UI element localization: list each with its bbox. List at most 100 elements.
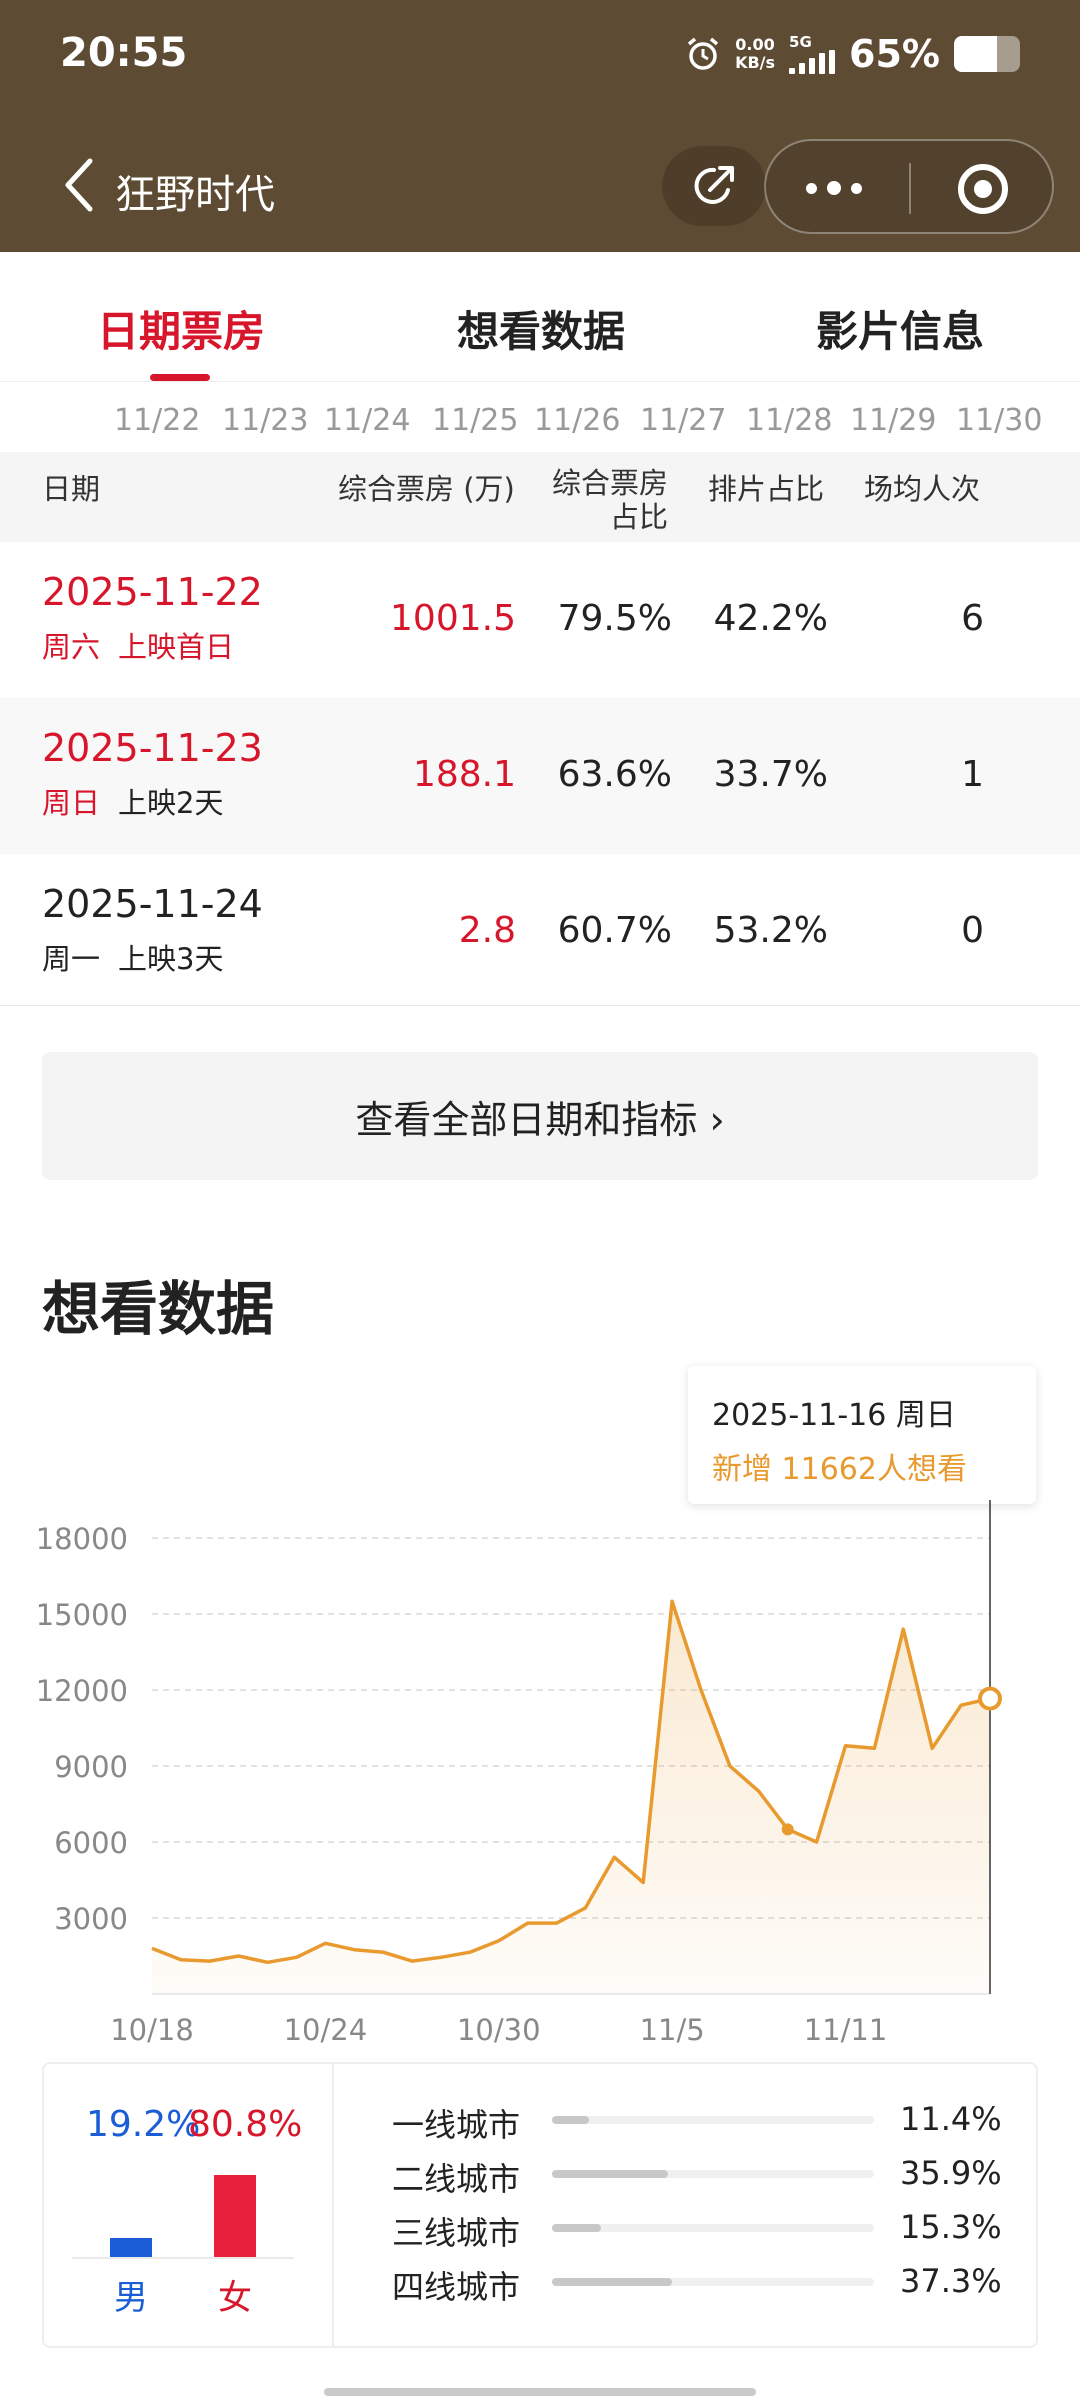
tab-bar: 日期票房 想看数据 影片信息	[0, 252, 1080, 382]
date-chip[interactable]: 11/26	[534, 403, 620, 438]
tab-daily-box-office[interactable]: 日期票房	[97, 298, 265, 359]
row-box-share: 79.5%	[557, 598, 672, 639]
x-tick-label: 10/30	[457, 2013, 541, 2047]
status-time: 20:55	[60, 30, 188, 76]
more-menu-icon[interactable]	[806, 171, 862, 205]
row-release-day: 上映3天	[118, 942, 224, 976]
table-row[interactable]: 2025-11-22 周六 上映首日 1001.5 79.5% 42.2% 6	[0, 542, 1080, 698]
app-header: 20:55 0.00 KB/s 5G 65% 狂野时代	[0, 0, 1080, 252]
date-chip[interactable]: 11/28	[746, 403, 832, 438]
row-weekday: 周一	[42, 942, 101, 976]
net-speed: 0.00 KB/s	[735, 36, 775, 72]
back-arrow-icon[interactable]	[60, 155, 100, 215]
date-chip[interactable]: 11/22	[114, 403, 200, 438]
alarm-icon	[687, 37, 719, 70]
male-bar	[110, 2237, 152, 2257]
table-row[interactable]: 2025-11-23 周日 上映2天 188.1 63.6% 33.7% 1	[0, 698, 1080, 854]
female-percent: 80.8%	[188, 2104, 303, 2145]
want-trend-chart[interactable]: 18000 15000 12000 9000 6000 3000 10/18 10/24 10/…	[0, 1500, 1080, 2060]
city-tier-row: 四线城市 37.3%	[392, 2262, 1002, 2306]
header-box-share-line2: 占比	[610, 500, 669, 534]
table-header: 日期 综合票房 (万) 综合票房 占比 排片占比 场均人次	[0, 452, 1080, 542]
row-avg-attendance: 0	[961, 910, 984, 951]
city-tier-track	[552, 2224, 874, 2232]
row-box-office: 2.8	[458, 910, 516, 951]
row-release-day: 上映首日	[118, 630, 235, 664]
city-tier-fill	[552, 2224, 602, 2232]
date-chip[interactable]: 11/25	[432, 403, 518, 438]
female-label: 女	[218, 2278, 252, 2318]
row-avg-attendance: 6	[961, 598, 984, 639]
row-box-office: 1001.5	[390, 598, 516, 639]
x-tick-label: 11/11	[804, 2013, 888, 2047]
y-tick-label: 6000	[54, 1826, 128, 1860]
date-chip[interactable]: 11/29	[850, 403, 936, 438]
row-screen-share: 53.2%	[713, 910, 828, 951]
city-tier-row: 三线城市 15.3%	[392, 2208, 1002, 2252]
y-tick-label: 3000	[54, 1902, 128, 1936]
tooltip-value: 新增 11662人想看	[712, 1452, 967, 1487]
header-avg-attendance: 场均人次	[864, 472, 981, 506]
row-box-office: 188.1	[412, 754, 516, 795]
city-tier-name: 四线城市	[392, 2268, 521, 2306]
tab-want-data[interactable]: 想看数据	[457, 298, 625, 359]
share-button[interactable]	[662, 146, 766, 226]
highlight-point	[978, 1686, 1002, 1711]
page-title: 狂野时代	[115, 172, 275, 218]
city-tier-fill	[552, 2170, 668, 2178]
section-title-want: 想看数据	[42, 1275, 275, 1343]
row-subtitle: 周一 上映3天	[42, 936, 223, 978]
header-box-share-line1: 综合票房	[552, 466, 669, 500]
city-tier-percent: 11.4%	[900, 2100, 1002, 2138]
tooltip-date: 2025-11-16 周日	[712, 1398, 956, 1433]
net-speed-value: 0.00	[735, 35, 775, 54]
data-point	[781, 1823, 794, 1836]
city-tier-name: 二线城市	[392, 2160, 521, 2198]
row-release-day: 上映2天	[118, 786, 224, 820]
tab-movie-info[interactable]: 影片信息	[816, 298, 984, 359]
city-tier-row: 一线城市 11.4%	[392, 2100, 1002, 2144]
row-screen-share: 42.2%	[713, 598, 828, 639]
active-tab-indicator	[150, 374, 210, 381]
female-bar	[214, 2175, 256, 2257]
row-subtitle: 周日 上映2天	[42, 780, 223, 822]
header-date: 日期	[42, 472, 101, 506]
chart-tooltip: 2025-11-16 周日 新增 11662人想看	[688, 1366, 1036, 1504]
city-tier-track	[552, 2278, 874, 2286]
date-chip[interactable]: 11/24	[324, 403, 410, 438]
row-box-share: 63.6%	[557, 754, 672, 795]
row-date: 2025-11-23	[42, 726, 263, 770]
battery-percent: 65%	[849, 32, 940, 76]
city-tier-fill	[552, 2278, 673, 2286]
signal-icon: 5G	[789, 33, 836, 74]
male-label: 男	[114, 2278, 148, 2318]
y-tick-label: 12000	[36, 1674, 128, 1708]
network-type: 5G	[789, 33, 812, 51]
row-weekday: 周日	[42, 786, 101, 820]
date-chip[interactable]: 11/30	[956, 403, 1042, 438]
row-subtitle: 周六 上映首日	[42, 624, 234, 666]
y-tick-label: 9000	[54, 1750, 128, 1784]
bar-baseline	[72, 2257, 294, 2259]
header-box-share: 综合票房 占比	[552, 466, 668, 534]
share-icon	[694, 166, 734, 204]
city-tier-name: 一线城市	[392, 2106, 521, 2144]
date-chip[interactable]: 11/23	[222, 403, 308, 438]
close-target-icon[interactable]	[958, 164, 1008, 214]
row-date: 2025-11-22	[42, 570, 263, 614]
table-divider	[0, 1005, 1080, 1006]
y-tick-label: 18000	[36, 1522, 128, 1556]
city-tier-track	[552, 2116, 874, 2124]
city-tier-percent: 15.3%	[900, 2208, 1002, 2246]
net-speed-unit: KB/s	[735, 53, 776, 72]
y-tick-label: 15000	[36, 1598, 128, 1632]
audience-profile-card: 19.2% 80.8% 男 女 一线城市 11.4% 二线城市 35.9% 三线…	[42, 2062, 1038, 2348]
date-chip[interactable]: 11/27	[640, 403, 726, 438]
date-strip: 11/22 11/23 11/24 11/25 11/26 11/27 11/2…	[0, 395, 1080, 451]
city-tier-percent: 37.3%	[900, 2262, 1002, 2300]
card-divider	[332, 2064, 334, 2346]
row-avg-attendance: 1	[961, 754, 984, 795]
table-row[interactable]: 2025-11-24 周一 上映3天 2.8 60.7% 53.2% 0	[0, 854, 1080, 1010]
home-indicator[interactable]	[324, 2388, 756, 2396]
view-all-button[interactable]: 查看全部日期和指标 ›	[42, 1052, 1038, 1180]
